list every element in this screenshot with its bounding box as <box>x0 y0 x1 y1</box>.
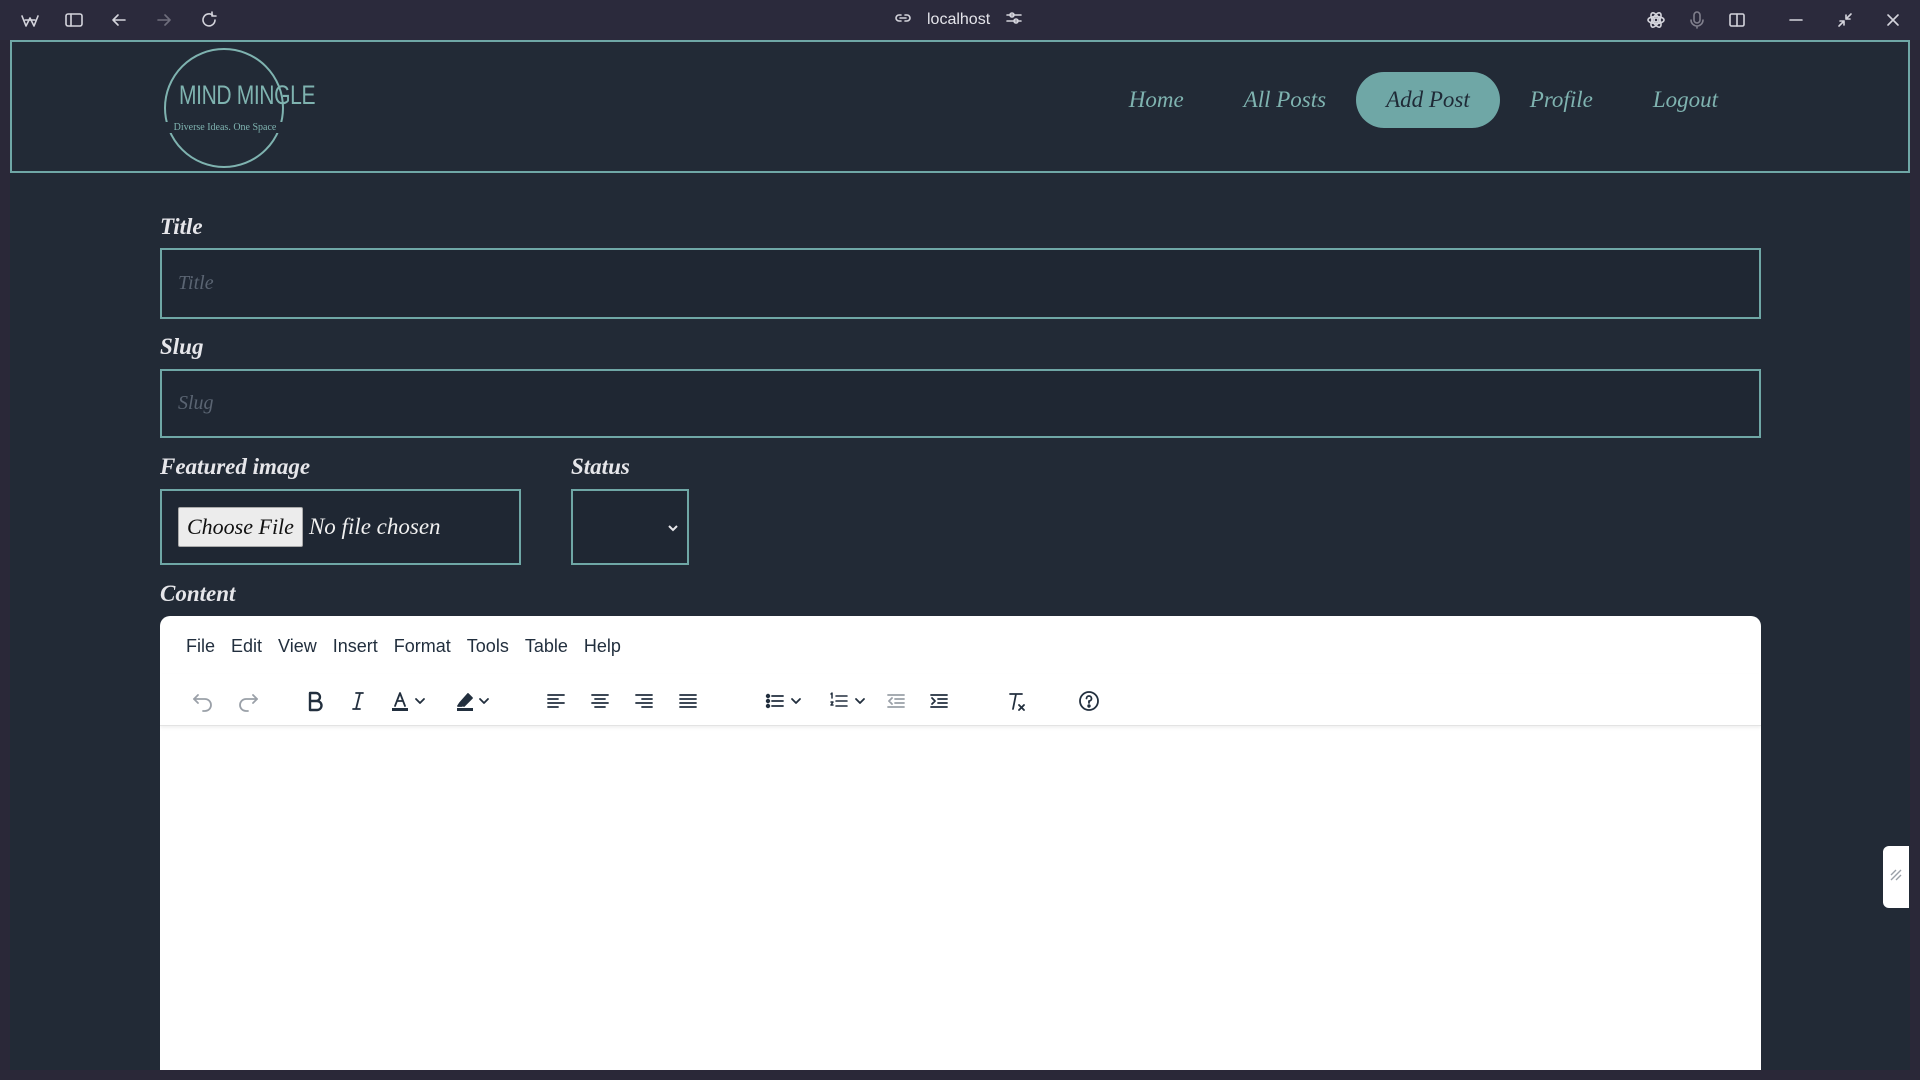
menu-file[interactable]: File <box>178 630 223 663</box>
nav-add-post[interactable]: Add Post <box>1356 72 1500 128</box>
numbered-list-chevron-icon[interactable] <box>850 684 870 718</box>
browser-logo-icon[interactable] <box>18 8 42 32</box>
text-color-chevron-icon[interactable] <box>410 684 430 718</box>
close-icon[interactable] <box>1881 8 1905 32</box>
rich-text-editor: File Edit View Insert Format Tools Table… <box>160 616 1761 1070</box>
chevron-down-icon <box>667 521 679 539</box>
split-view-icon[interactable] <box>1725 8 1749 32</box>
align-left-icon[interactable] <box>539 684 573 718</box>
side-panel-toggle[interactable] <box>1883 846 1909 908</box>
bullet-list-chevron-icon[interactable] <box>786 684 806 718</box>
help-icon[interactable] <box>1072 684 1106 718</box>
reload-icon[interactable] <box>197 8 221 32</box>
align-justify-icon[interactable] <box>671 684 705 718</box>
minimize-icon[interactable] <box>1784 8 1808 32</box>
menu-format[interactable]: Format <box>386 630 459 663</box>
logo-tagline: Diverse Ideas. One Space <box>164 122 286 133</box>
restore-icon[interactable] <box>1833 8 1857 32</box>
indent-icon[interactable] <box>922 684 956 718</box>
undo-icon[interactable] <box>186 684 220 718</box>
clear-format-icon[interactable] <box>999 684 1033 718</box>
collapse-icon <box>1888 867 1904 888</box>
title-input[interactable] <box>160 248 1761 319</box>
forward-icon[interactable] <box>152 8 176 32</box>
nav-all-posts[interactable]: All Posts <box>1214 72 1356 128</box>
link-icon <box>893 8 913 33</box>
sidebar-toggle-icon[interactable] <box>62 8 86 32</box>
file-status-text: No file chosen <box>308 514 441 539</box>
extensions-icon[interactable] <box>1644 8 1668 32</box>
nav-profile[interactable]: Profile <box>1500 72 1623 128</box>
menu-edit[interactable]: Edit <box>223 630 270 663</box>
editor-menubar: File Edit View Insert Format Tools Table… <box>178 630 629 663</box>
back-icon[interactable] <box>107 8 131 32</box>
microphone-icon[interactable] <box>1685 8 1709 32</box>
align-center-icon[interactable] <box>583 684 617 718</box>
status-label: Status <box>571 454 630 479</box>
editor-content-area[interactable] <box>160 727 1761 1070</box>
align-right-icon[interactable] <box>627 684 661 718</box>
browser-toolbar: localhost <box>0 0 1920 40</box>
featured-image-label: Featured image <box>160 454 311 479</box>
outdent-icon[interactable] <box>879 684 913 718</box>
site-header: MIND MINGLE Diverse Ideas. One Space Hom… <box>10 40 1910 173</box>
highlight-chevron-icon[interactable] <box>474 684 494 718</box>
site-settings-icon[interactable] <box>1004 8 1024 33</box>
content-label: Content <box>160 581 236 606</box>
nav-home[interactable]: Home <box>1099 72 1214 128</box>
slug-label: Slug <box>160 334 204 359</box>
italic-icon[interactable] <box>341 684 375 718</box>
menu-insert[interactable]: Insert <box>325 630 386 663</box>
menu-table[interactable]: Table <box>517 630 576 663</box>
page-viewport: MIND MINGLE Diverse Ideas. One Space Hom… <box>10 40 1910 1070</box>
logo-title: MIND MINGLE <box>178 80 316 110</box>
url-text: localhost <box>927 11 991 28</box>
main-nav: Home All Posts Add Post Profile Logout <box>1099 72 1748 128</box>
status-select[interactable] <box>571 489 689 565</box>
choose-file-button[interactable]: Choose File <box>178 507 303 547</box>
site-logo[interactable]: MIND MINGLE Diverse Ideas. One Space <box>164 48 316 168</box>
slug-input[interactable] <box>160 369 1761 438</box>
title-label: Title <box>160 214 203 239</box>
menu-tools[interactable]: Tools <box>459 630 517 663</box>
address-bar[interactable]: localhost <box>893 8 1024 32</box>
nav-logout[interactable]: Logout <box>1623 72 1748 128</box>
menu-view[interactable]: View <box>270 630 325 663</box>
editor-toolbar <box>160 674 1761 726</box>
redo-icon[interactable] <box>231 684 265 718</box>
menu-help[interactable]: Help <box>576 630 629 663</box>
bold-icon[interactable] <box>298 684 332 718</box>
featured-image-input: Choose File No file chosen <box>160 489 521 565</box>
